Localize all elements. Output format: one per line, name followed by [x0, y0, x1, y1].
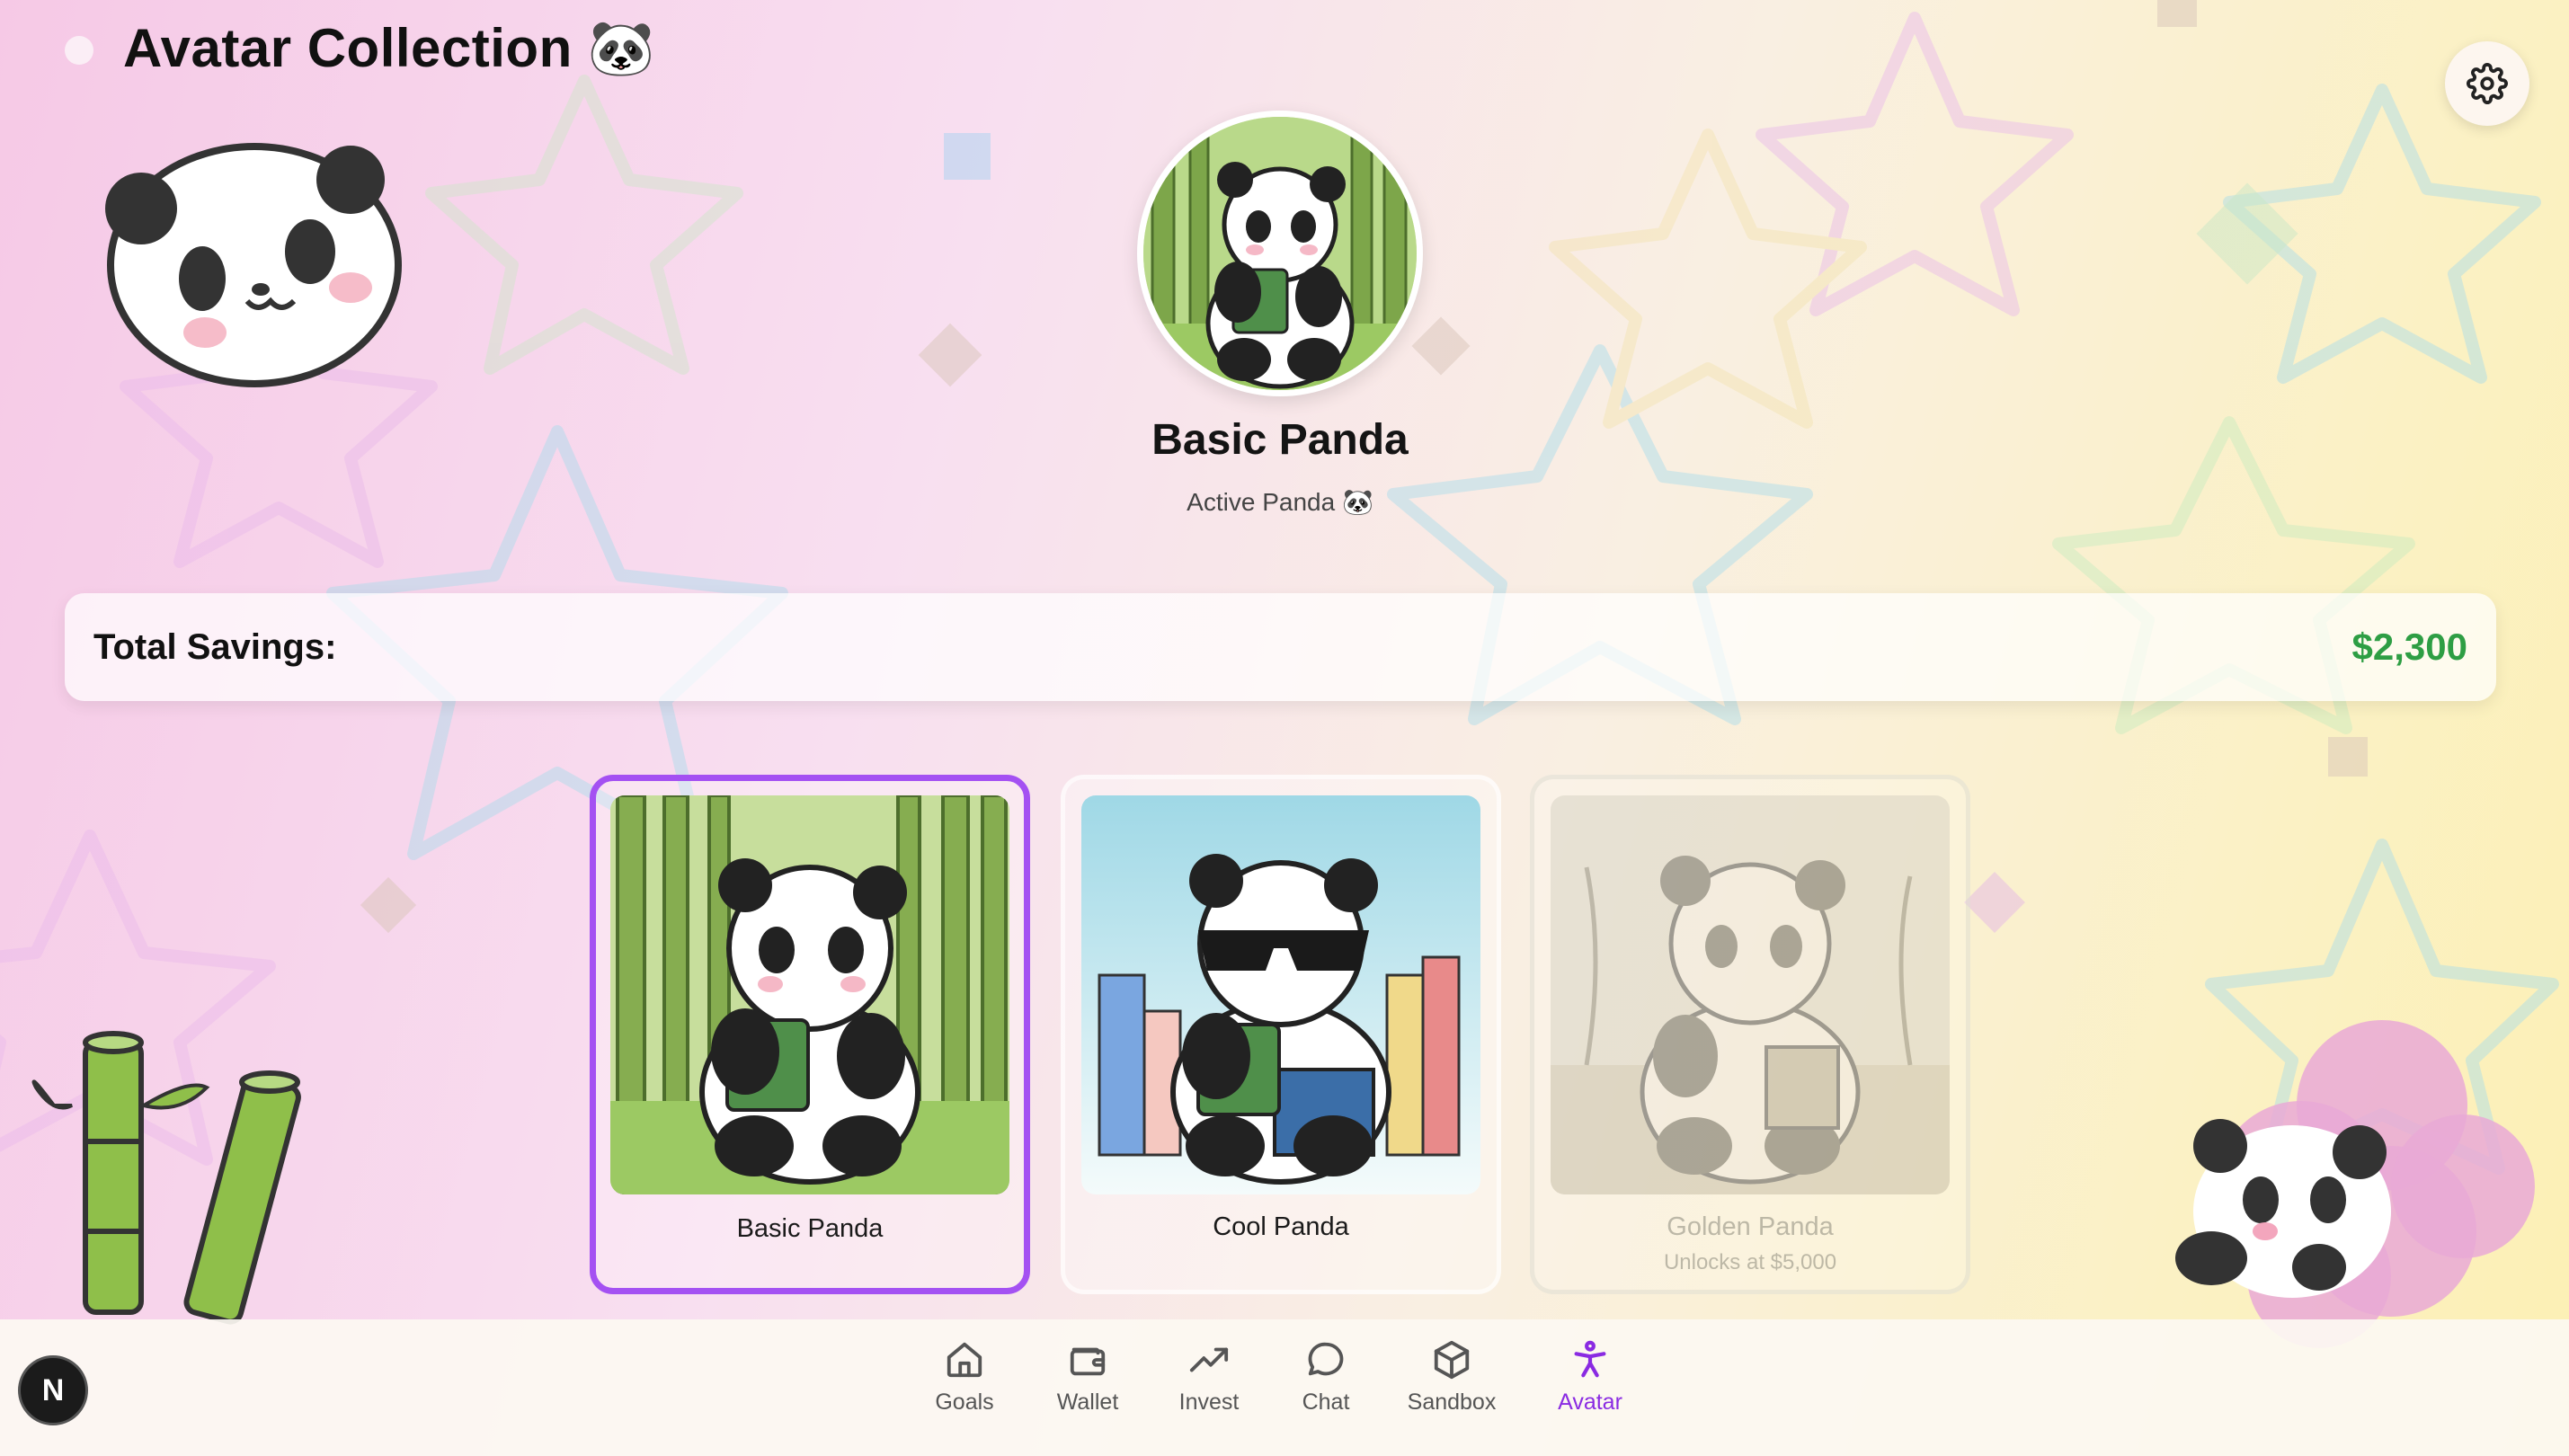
page-title: Avatar Collection 🐼: [123, 18, 656, 78]
nav-label: Wallet: [1056, 1389, 1119, 1415]
avatar-card-unlock-text: Unlocks at $5,000: [1663, 1250, 1837, 1274]
gear-icon: [2467, 63, 2508, 104]
home-icon: [947, 1342, 982, 1378]
nav-label: Chat: [1302, 1389, 1350, 1415]
avatar-card-golden-panda[interactable]: Golden Panda Unlocks at $5,000: [1530, 775, 1970, 1294]
nav-label: Sandbox: [1407, 1389, 1497, 1415]
avatar-card-label: Cool Panda: [1213, 1212, 1349, 1241]
nav-label: Avatar: [1558, 1389, 1622, 1415]
chat-bubble-icon: [1308, 1342, 1344, 1376]
golden-panda-image: [1551, 795, 1950, 1194]
nav-item-avatar[interactable]: Avatar: [1548, 1339, 1632, 1416]
settings-button[interactable]: [2445, 41, 2529, 126]
total-savings-bar: Total Savings: $2,300: [65, 593, 2496, 701]
nav-item-sandbox[interactable]: Sandbox: [1402, 1339, 1501, 1416]
nav-label: Invest: [1178, 1389, 1240, 1415]
nav-item-wallet[interactable]: Wallet: [1043, 1339, 1133, 1416]
basic-panda-image: [610, 795, 1009, 1194]
nav-label: Goals: [935, 1389, 994, 1415]
avatar-card-cool-panda[interactable]: Cool Panda: [1061, 775, 1501, 1294]
cube-icon: [1434, 1340, 1470, 1380]
nav-item-goals[interactable]: Goals: [921, 1339, 1008, 1416]
trending-up-icon: [1189, 1347, 1229, 1372]
bottom-navigation: [0, 1319, 2569, 1456]
avatar-card-label: Basic Panda: [736, 1214, 884, 1243]
wallet-icon: [1070, 1347, 1106, 1376]
active-avatar-image: [1137, 111, 1423, 396]
app-badge[interactable]: N: [18, 1355, 88, 1425]
total-savings-label: Total Savings:: [93, 626, 337, 667]
cool-panda-image: [1081, 795, 1480, 1194]
active-avatar-name: Basic Panda: [1151, 416, 1409, 464]
avatar-card-label: Golden Panda: [1667, 1212, 1834, 1241]
nav-item-chat[interactable]: Chat: [1285, 1339, 1366, 1416]
status-dot: [65, 36, 93, 65]
person-icon: [1574, 1340, 1606, 1378]
active-avatar-subtitle: Active Panda 🐼: [1187, 488, 1373, 516]
nav-item-invest[interactable]: Invest: [1167, 1339, 1251, 1416]
avatar-card-basic-panda[interactable]: Basic Panda: [590, 775, 1030, 1294]
total-savings-value: $2,300: [2351, 626, 2467, 668]
